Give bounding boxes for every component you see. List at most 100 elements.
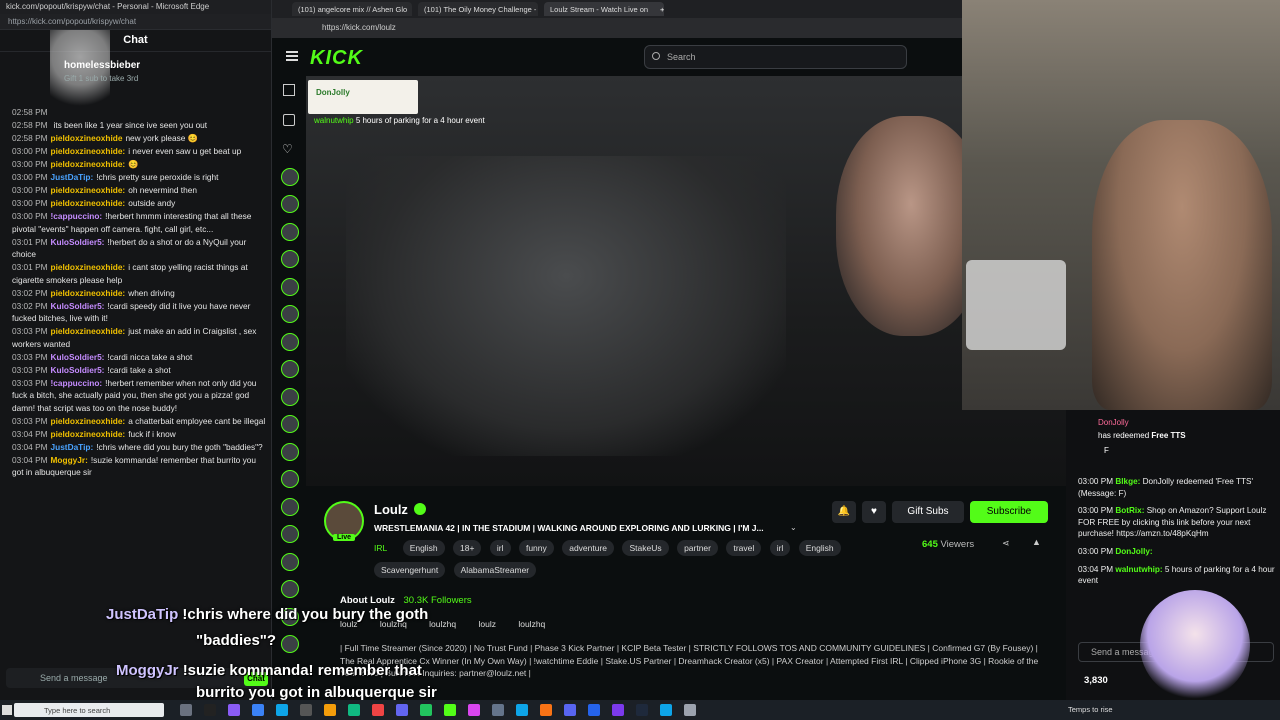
tab-1[interactable]: (101) angelcore mix // Ashen Glo <box>292 2 412 16</box>
followed-channel-avatar[interactable] <box>281 470 299 488</box>
chat-username[interactable]: BotRix: <box>1115 506 1144 515</box>
app-icon[interactable] <box>204 704 216 716</box>
chat-username[interactable]: pieldoxzineoxhide: <box>51 146 126 156</box>
home-icon[interactable] <box>283 84 295 96</box>
chat-username[interactable]: pieldoxzineoxhide: <box>51 185 126 195</box>
tag[interactable]: English <box>798 540 841 556</box>
tag[interactable]: adventure <box>562 540 615 556</box>
chat-username[interactable]: JustDaTip: <box>51 442 94 452</box>
social-link[interactable]: loulzhq <box>518 619 545 629</box>
chat-username[interactable]: pieldoxzineoxhide: <box>51 262 126 272</box>
app-icon[interactable] <box>612 704 624 716</box>
subscribe-button[interactable]: Subscribe <box>970 501 1048 523</box>
report-icon[interactable]: ▲ <box>1032 537 1041 547</box>
tag[interactable]: 18+ <box>453 540 482 556</box>
edge-icon[interactable] <box>276 704 288 716</box>
windows-start-icon[interactable] <box>2 705 12 715</box>
social-link[interactable]: loulzhq <box>429 619 456 629</box>
chat-username[interactable]: pieldoxzineoxhide: <box>51 288 126 298</box>
app-icon[interactable] <box>228 704 240 716</box>
followed-channel-avatar[interactable] <box>281 388 299 406</box>
app-icon[interactable] <box>300 704 312 716</box>
chat-username[interactable]: KuloSoldier5: <box>51 365 105 375</box>
new-tab-icon[interactable]: + <box>654 2 666 16</box>
followed-channel-avatar[interactable] <box>281 553 299 571</box>
chat-username[interactable]: KuloSoldier5: <box>51 237 105 247</box>
chat-username[interactable]: Blkge: <box>1115 477 1140 486</box>
edge-icon[interactable] <box>660 704 672 716</box>
kick-app-icon[interactable] <box>444 704 456 716</box>
video-player[interactable]: DonJolly walnutwhip 5 hours of parking f… <box>306 76 1066 486</box>
kick-logo[interactable]: KICK <box>310 47 363 70</box>
app-icon[interactable] <box>372 704 384 716</box>
menu-icon[interactable] <box>286 51 298 61</box>
app-icon[interactable] <box>540 704 552 716</box>
chat-username[interactable]: pieldoxzineoxhide: <box>51 198 126 208</box>
tag[interactable]: StakeUs <box>622 540 669 556</box>
followed-channel-avatar[interactable] <box>281 498 299 516</box>
tab-3[interactable]: Loulz Stream - Watch Live on <box>544 2 664 16</box>
following-icon[interactable]: ♡ <box>282 142 293 156</box>
followed-channel-avatar[interactable] <box>281 250 299 268</box>
tag[interactable]: travel <box>726 540 762 556</box>
chat-username[interactable]: KuloSoldier5: <box>51 352 105 362</box>
chat-username[interactable]: JustDaTip: <box>51 172 94 182</box>
app-icon[interactable] <box>468 704 480 716</box>
chat-username[interactable]: !cappuccino: <box>51 378 103 388</box>
chat-username[interactable]: walnutwhip: <box>1115 565 1162 574</box>
app-icon[interactable] <box>516 704 528 716</box>
followed-channel-avatar[interactable] <box>281 195 299 213</box>
app-icon[interactable] <box>396 704 408 716</box>
steam-icon[interactable] <box>636 704 648 716</box>
chat-username[interactable]: KuloSoldier5: <box>51 301 105 311</box>
task-view-icon[interactable] <box>180 704 192 716</box>
followed-channel-avatar[interactable] <box>281 443 299 461</box>
app-icon[interactable] <box>492 704 504 716</box>
tag[interactable]: irl <box>769 540 791 556</box>
chat-url-bar[interactable]: https://kick.com/popout/krispyw/chat <box>0 14 271 30</box>
chat-username[interactable]: pieldoxzineoxhide <box>51 133 123 143</box>
address-bar[interactable]: https://kick.com/loulz <box>272 18 962 38</box>
chevron-down-icon[interactable]: ⌄ <box>790 523 797 532</box>
tag[interactable]: partner <box>677 540 718 556</box>
follow-button[interactable]: ♥ <box>862 501 886 523</box>
chat-username[interactable]: DonJolly: <box>1115 547 1152 556</box>
tag[interactable]: AlabamaStreamer <box>453 562 537 578</box>
app-icon[interactable] <box>588 704 600 716</box>
taskbar-search-input[interactable]: Type here to search <box>14 703 164 717</box>
tab-2[interactable]: (101) The Oily Money Challenge - <box>418 2 538 16</box>
search-input[interactable]: Search <box>644 45 907 69</box>
category-link[interactable]: IRL <box>374 540 394 556</box>
app-icon[interactable] <box>252 704 264 716</box>
chat-username[interactable]: !cappuccino: <box>51 211 103 221</box>
followed-channel-avatar[interactable] <box>281 168 299 186</box>
followed-channel-avatar[interactable] <box>281 278 299 296</box>
followed-channel-avatar[interactable] <box>281 360 299 378</box>
chat-username[interactable]: pieldoxzineoxhide: <box>51 326 126 336</box>
chat-username[interactable]: MoggyJr: <box>51 455 88 465</box>
followed-channel-avatar[interactable] <box>281 223 299 241</box>
folder-icon[interactable] <box>324 704 336 716</box>
discord-icon[interactable] <box>564 704 576 716</box>
app-icon[interactable] <box>348 704 360 716</box>
gift-subs-button[interactable]: Gift Subs <box>892 501 964 523</box>
tag[interactable]: irl <box>489 540 511 556</box>
followed-channel-avatar[interactable] <box>281 525 299 543</box>
channel-name[interactable]: Loulz <box>374 502 408 517</box>
chat-username[interactable]: pieldoxzineoxhide: <box>51 159 126 169</box>
tag[interactable]: Scavengerhunt <box>374 562 446 578</box>
chat-username[interactable]: pieldoxzineoxhide: <box>51 429 126 439</box>
notification-bell-button[interactable]: 🔔 <box>832 501 856 523</box>
followed-channel-avatar[interactable] <box>281 333 299 351</box>
share-icon[interactable]: ⋖ <box>1002 538 1010 549</box>
app-icon[interactable] <box>420 704 432 716</box>
tag[interactable]: English <box>402 540 445 556</box>
weather-status[interactable]: Temps to rise <box>1068 705 1113 714</box>
followed-channel-avatar[interactable] <box>281 580 299 598</box>
settings-icon[interactable] <box>684 704 696 716</box>
browse-icon[interactable] <box>283 114 295 126</box>
chat-username[interactable]: pieldoxzineoxhide: <box>51 416 126 426</box>
followed-channel-avatar[interactable] <box>281 305 299 323</box>
followed-channel-avatar[interactable] <box>281 415 299 433</box>
tag[interactable]: funny <box>518 540 554 556</box>
